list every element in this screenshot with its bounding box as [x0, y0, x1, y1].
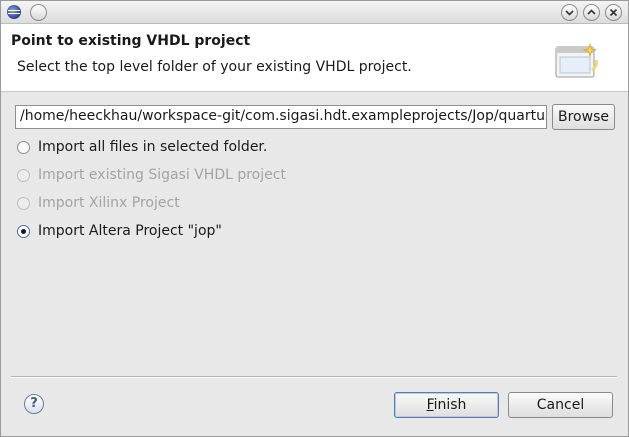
title-bar[interactable] — [1, 1, 628, 24]
wizard-banner-icon — [555, 42, 598, 78]
option-label: Import Altera Project "jop" — [38, 223, 222, 239]
option-import-all-files[interactable]: Import all files in selected folder. — [17, 137, 267, 157]
radio-button-selected[interactable] — [17, 224, 30, 238]
finish-button[interactable]: Finish — [394, 392, 499, 418]
close-button[interactable] — [605, 4, 622, 21]
wizard-banner: Point to existing VHDL project Select th… — [1, 24, 628, 92]
page-description: Select the top level folder of your exis… — [17, 59, 412, 75]
maximize-button[interactable] — [583, 4, 600, 21]
cancel-button[interactable]: Cancel — [508, 392, 613, 418]
option-import-xilinx-project: Import Xilinx Project — [17, 193, 180, 213]
option-import-sigasi-project: Import existing Sigasi VHDL project — [17, 165, 286, 185]
browse-button[interactable]: Browse — [552, 104, 615, 130]
option-label: Import existing Sigasi VHDL project — [38, 167, 286, 183]
footer-separator — [11, 376, 617, 378]
chevron-down-icon — [565, 10, 574, 16]
close-icon — [609, 8, 618, 17]
minimize-button[interactable] — [561, 4, 578, 21]
help-icon[interactable]: ? — [24, 394, 44, 414]
page-title: Point to existing VHDL project — [11, 33, 251, 49]
eclipse-app-icon[interactable] — [7, 5, 21, 19]
window-menu-button[interactable] — [30, 4, 47, 21]
radio-button — [17, 196, 30, 210]
radio-button[interactable] — [17, 140, 30, 154]
option-label: Import all files in selected folder. — [38, 139, 268, 155]
dialog-window: Point to existing VHDL project Select th… — [0, 0, 629, 437]
finish-mnemonic: F — [426, 397, 434, 413]
option-label: Import Xilinx Project — [38, 195, 180, 211]
chevron-up-icon — [587, 9, 596, 15]
finish-label: inish — [433, 397, 467, 413]
option-import-altera-project[interactable]: Import Altera Project "jop" — [17, 221, 222, 241]
project-folder-input[interactable]: /home/heeckhau/workspace-git/com.sigasi.… — [15, 105, 547, 129]
radio-button — [17, 168, 30, 182]
